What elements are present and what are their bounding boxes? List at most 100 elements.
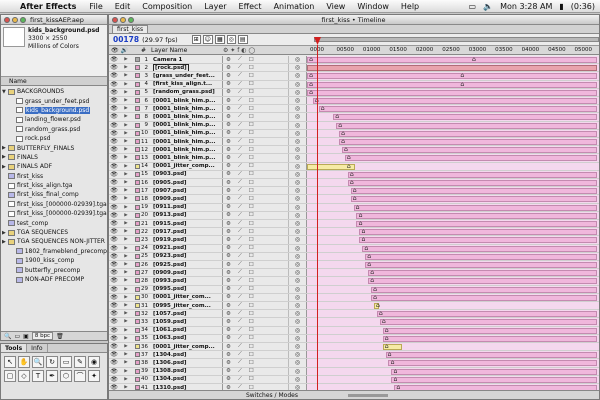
parent-pickwhip-icon[interactable]: ◎ [288,154,306,162]
twirl-triangle-icon[interactable]: ▶ [119,113,133,120]
twirl-triangle-icon[interactable]: ▶ [119,72,133,79]
effect-switch-icon[interactable]: ☐ [249,188,254,194]
effect-switch-icon[interactable]: ☐ [249,204,254,210]
layer-name[interactable]: [0909.psd] [150,195,222,202]
parent-pickwhip-icon[interactable]: ◎ [288,334,306,342]
tab-info[interactable]: Info [27,344,48,352]
effect-switch-icon[interactable]: ☐ [249,303,254,309]
eye-icon[interactable]: 👁 [109,97,119,104]
effect-switch-icon[interactable]: ☐ [249,163,254,169]
twirl-triangle-icon[interactable]: ▶ [119,302,133,309]
layer-name[interactable]: [1063.psd] [150,335,222,342]
hand-tool-icon[interactable]: ✋ [18,356,30,368]
layer-in-point-marker-icon[interactable]: ⌂ [459,72,465,79]
layer-name[interactable]: [0001_blink_him.p... [150,146,222,153]
layer-name[interactable]: [1308.psd] [150,368,222,375]
label-color-swatch[interactable] [133,368,141,375]
effect-switch-icon[interactable]: ☐ [249,278,254,284]
layer-switches[interactable]: ⚙ ⟋ ☐ [222,64,288,72]
layer-switches[interactable]: ⚙ ⟋ ☐ [222,187,288,195]
layer-switches[interactable]: ⚙ ⟋ ☐ [222,277,288,285]
quality-switch-icon[interactable]: ⟋ [238,105,242,112]
layer-in-point-marker-icon[interactable]: ⌂ [355,204,361,211]
layer-in-point-marker-icon[interactable]: ⌂ [360,236,366,243]
layer-switches[interactable]: ⚙ ⟋ ☐ [222,80,288,88]
layer-name[interactable]: [rock.psd] [150,64,222,72]
effect-switch-icon[interactable]: ☐ [249,65,254,71]
layer-duration-track[interactable]: ⌂ [306,170,599,178]
parent-pickwhip-icon[interactable]: ◎ [288,203,306,211]
layer-duration-track[interactable]: ⌂ [306,261,599,269]
layer-switches[interactable]: ⚙ ⟋ ☐ [222,269,288,277]
volume-icon[interactable]: 🔈 [483,2,493,11]
effect-switch-icon[interactable]: ☐ [249,171,254,177]
layer-duration-track[interactable]: ⌂ [306,367,599,375]
effect-switch-icon[interactable]: ☐ [249,335,254,341]
shy-switch-icon[interactable]: ⚙ [226,147,231,153]
layer-duration-bar[interactable] [318,106,597,113]
label-color-swatch[interactable] [133,327,141,334]
layer-duration-bar[interactable] [356,221,597,227]
rectangle-mask-icon[interactable]: ▭ [60,356,72,368]
eye-icon[interactable]: 👁 [109,81,119,88]
project-item[interactable]: 1802_frameblend_precomp [1,247,107,256]
effect-switch-icon[interactable]: ☐ [249,98,254,104]
quality-switch-icon[interactable]: ⟋ [238,269,242,276]
tab-tools[interactable]: Tools [1,344,28,352]
layer-switches[interactable]: ⚙ ⟋ ☐ [222,244,288,252]
twirl-triangle-icon[interactable]: ▶ [119,368,133,375]
layer-in-point-marker-icon[interactable]: ⌂ [369,277,375,284]
layer-duration-bar[interactable] [350,196,597,203]
rotate-tool-icon[interactable]: ↻ [46,356,58,368]
bit-depth-button[interactable]: 8 bpc [31,332,54,340]
effect-switch-icon[interactable]: ☐ [249,286,254,292]
layer-switches[interactable]: ⚙ ⟋ ☐ [222,293,288,301]
effect-switch-icon[interactable]: ☐ [249,130,254,136]
layer-row[interactable]: 👁 ▶ 21 [0915.psd] ⚙ ⟋ ☐ ◎ ⌂ [109,220,599,229]
layer-row[interactable]: 👁 ▶ 4 [first_kiss_align.t... ⚙ ⟋ ☐ ◎ ⌂ ⌂ [109,80,599,89]
twirl-triangle-icon[interactable]: ▶ [119,146,133,153]
label-color-swatch[interactable] [133,253,141,260]
menu-help[interactable]: Help [395,2,425,11]
shy-switch-icon[interactable]: ⚙ [226,196,231,202]
twirl-triangle-icon[interactable]: ▶ [119,97,133,104]
layer-duration-track[interactable]: ⌂ [306,121,599,129]
menu-view[interactable]: View [320,2,351,11]
layer-switches[interactable]: ⚙ ⟋ ☐ [222,72,288,80]
twirl-triangle-icon[interactable]: ▶ [119,220,133,227]
layer-duration-track[interactable]: ⌂ [306,351,599,359]
battery-time[interactable]: (0:36) [571,2,595,11]
layer-switches[interactable]: ⚙ ⟋ ☐ [222,359,288,367]
parent-pickwhip-icon[interactable]: ◎ [288,326,306,334]
twirl-triangle-icon[interactable]: ▶ [119,294,133,301]
parent-pickwhip-icon[interactable]: ◎ [288,129,306,137]
layer-switches[interactable]: ⚙ ⟋ ☐ [222,56,288,64]
quality-switch-icon[interactable]: ⟋ [238,113,242,120]
layer-row[interactable]: 👁 ▶ 22 [0917.psd] ⚙ ⟋ ☐ ◎ ⌂ [109,228,599,237]
layer-in-point-marker-icon[interactable]: ⌂ [459,81,465,88]
layer-row[interactable]: 👁▶ 6 [0001_blink_him.p... ⚙ ⟋ ☐ ◎⌂ [109,97,599,106]
label-color-swatch[interactable] [133,97,141,104]
twirl-triangle-icon[interactable]: ▶ [119,228,133,235]
layer-duration-track[interactable]: ⌂ [306,220,599,228]
label-color-swatch[interactable] [133,105,141,112]
label-color-swatch[interactable] [133,130,141,137]
quality-switch-icon[interactable]: ⟋ [238,163,242,170]
eye-icon[interactable]: 👁 [109,130,119,137]
layer-duration-bar[interactable] [341,147,597,154]
eye-icon[interactable]: 👁 [109,163,119,170]
layer-row[interactable]: 👁 ▶ 27 [0909.psd] ⚙ ⟋ ☐ ◎ ⌂ [109,269,599,278]
layer-duration-track[interactable]: ⌂ [306,326,599,334]
project-item[interactable]: rock.psd [1,134,107,143]
layer-duration-bar[interactable] [388,360,597,367]
shy-switch-icon[interactable]: ⚙ [226,204,231,210]
label-color-swatch[interactable] [133,294,141,301]
twirl-triangle-icon[interactable]: ▶ [119,64,133,71]
twirl-triangle-icon[interactable]: ▶ [119,171,133,178]
frame-blend-icon[interactable]: ▦ [214,35,225,44]
eye-icon[interactable]: 👁 [109,277,119,284]
project-item[interactable]: butterfly_precomp [1,265,107,274]
effect-switch-icon[interactable]: ☐ [249,139,254,145]
layer-name[interactable]: [0001_blink_him.p... [150,130,222,137]
project-item[interactable]: NON-ADF PRECOMP [1,275,107,284]
